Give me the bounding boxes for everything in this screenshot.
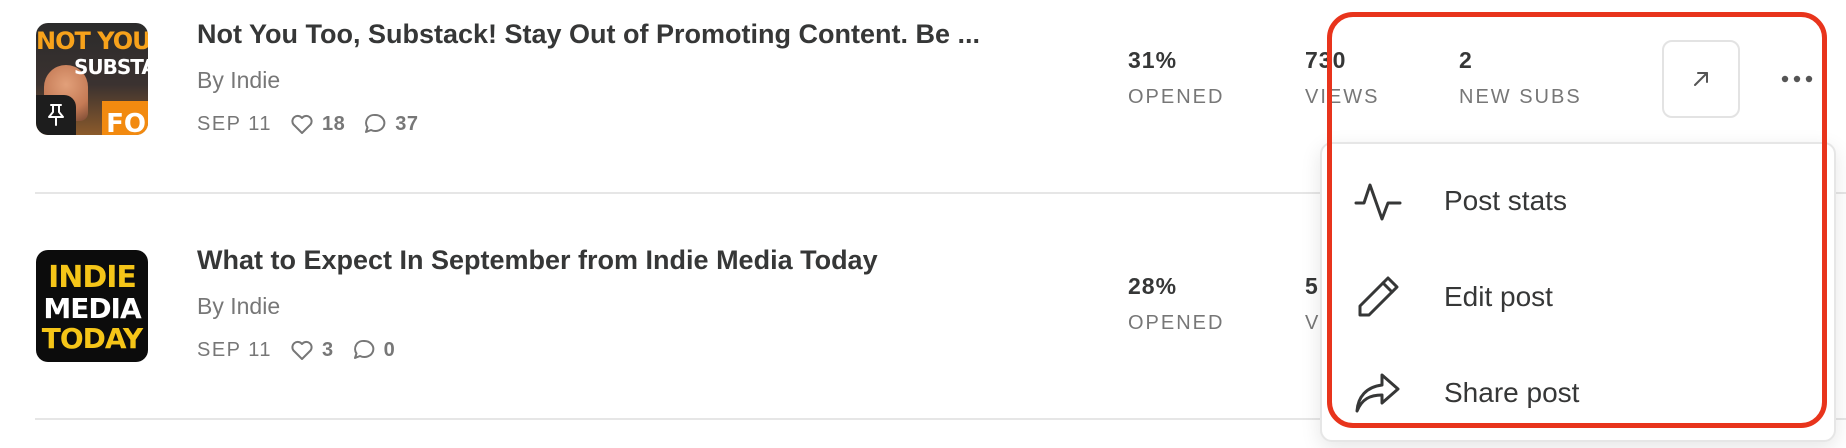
stat-value: 28% xyxy=(1128,273,1178,299)
heart-icon xyxy=(290,113,314,135)
stat-label: V xyxy=(1305,312,1321,334)
ellipsis-icon xyxy=(1781,75,1813,83)
share-arrow-icon xyxy=(1352,367,1404,419)
post-meta: SEP 11 3 0 xyxy=(197,335,395,365)
pencil-icon xyxy=(1352,271,1404,323)
thumbnail-text: INDIE xyxy=(48,260,137,295)
like-count: 3 xyxy=(321,338,334,361)
thumbnail-text: SUBSTAC xyxy=(74,55,148,79)
activity-icon xyxy=(1352,175,1404,227)
post-date: SEP 11 xyxy=(197,338,272,361)
stat-views: 730 VIEWS xyxy=(1305,47,1379,109)
pin-icon xyxy=(48,104,64,126)
stat-label: OPENED xyxy=(1128,86,1225,108)
more-options-button[interactable] xyxy=(1775,60,1819,98)
pin-badge xyxy=(36,95,76,135)
open-post-button[interactable] xyxy=(1662,40,1740,118)
menu-item-edit-post[interactable]: Edit post xyxy=(1352,262,1553,332)
menu-item-label: Post stats xyxy=(1444,185,1567,216)
stat-new-subs: 2 NEW SUBS xyxy=(1459,47,1582,109)
stat-value: 2 xyxy=(1459,47,1473,73)
comment-icon xyxy=(352,339,376,361)
thumbnail-text: FO xyxy=(106,109,146,135)
stat-label: NEW SUBS xyxy=(1459,86,1582,108)
comment-count: 0 xyxy=(383,338,396,361)
post-meta: SEP 11 18 37 xyxy=(197,109,418,139)
post-date: SEP 11 xyxy=(197,112,272,135)
thumbnail-text: TODAY xyxy=(41,322,143,355)
heart-icon xyxy=(290,339,314,361)
post-thumbnail[interactable]: INDIE MEDIA TODAY xyxy=(36,250,148,362)
post-title[interactable]: What to Expect In September from Indie M… xyxy=(197,245,878,276)
menu-item-label: Share post xyxy=(1444,377,1580,408)
post-title[interactable]: Not You Too, Substack! Stay Out of Promo… xyxy=(197,19,980,50)
thumbnail-text: MEDIA xyxy=(43,292,141,325)
post-thumbnail[interactable]: NOT YOU TO SUBSTAC FO xyxy=(36,23,148,135)
stat-opened: 31% OPENED xyxy=(1128,47,1224,109)
post-byline: By Indie xyxy=(197,67,281,93)
comment-icon xyxy=(363,113,387,135)
thumbnail-text: NOT YOU TO xyxy=(36,27,148,55)
stat-views: 5 V xyxy=(1305,273,1320,335)
stat-value: 31% xyxy=(1128,47,1178,73)
comment-count: 37 xyxy=(395,112,419,135)
post-actions-menu: Post stats Edit post Share post xyxy=(1320,142,1836,442)
stat-value: 5 xyxy=(1305,273,1319,299)
stat-label: OPENED xyxy=(1128,312,1225,334)
menu-item-post-stats[interactable]: Post stats xyxy=(1352,166,1567,236)
like-count: 18 xyxy=(321,112,346,135)
arrow-up-right-icon xyxy=(1694,72,1708,86)
stat-value: 730 xyxy=(1305,47,1347,73)
post-byline: By Indie xyxy=(197,293,281,319)
stat-opened: 28% OPENED xyxy=(1128,273,1224,335)
menu-item-share-post[interactable]: Share post xyxy=(1352,358,1579,428)
stat-label: VIEWS xyxy=(1305,86,1380,108)
menu-item-label: Edit post xyxy=(1444,281,1553,312)
